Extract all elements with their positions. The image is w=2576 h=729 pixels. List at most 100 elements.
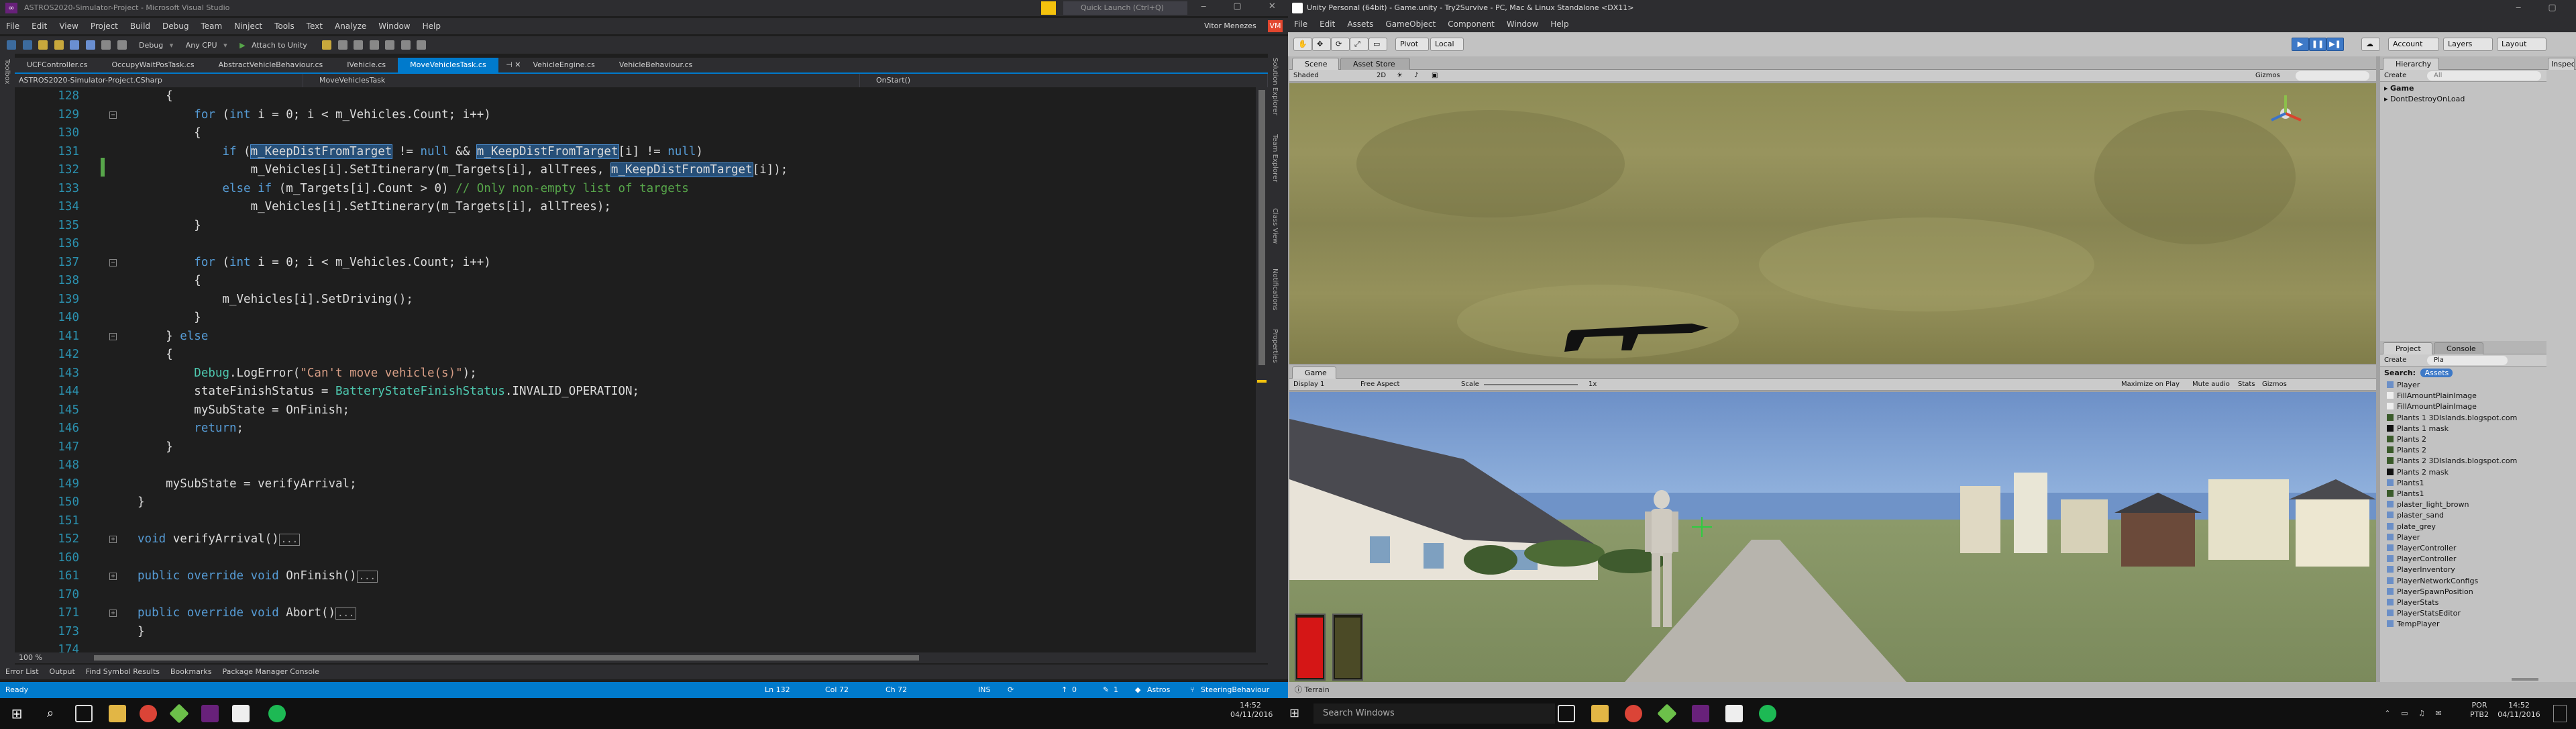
fold-toggle-icon[interactable]: − <box>109 332 117 340</box>
collapsed-region[interactable]: ... <box>335 608 357 620</box>
project-asset-item[interactable]: plaster_light_brown <box>2387 499 2469 510</box>
play-button[interactable]: ▶ <box>2292 38 2309 51</box>
nav-class-select[interactable]: MoveVehiclesTask <box>303 74 860 87</box>
fold-toggle-icon[interactable]: − <box>109 258 117 266</box>
project-asset-item[interactable]: FillAmountPlainImage <box>2387 401 2477 412</box>
scene-view[interactable] <box>1289 83 2376 364</box>
rail-tab-team-explorer[interactable]: Team Explorer <box>1271 134 1279 182</box>
vs-menu-help[interactable]: Help <box>417 18 447 34</box>
collapsed-region[interactable]: ... <box>356 571 378 583</box>
vs-menu-team[interactable]: Team <box>195 18 228 34</box>
save-all-icon[interactable] <box>85 40 95 50</box>
code-text[interactable]: mySubState = verifyArrival; <box>138 475 356 493</box>
project-asset-item[interactable]: Plants 2 <box>2387 434 2426 445</box>
tab-abstractvehiclebehaviour-cs[interactable]: AbstractVehicleBehaviour.cs <box>207 58 335 72</box>
status-char[interactable]: Ch 72 <box>885 682 907 698</box>
project-create-button[interactable]: Create <box>2384 354 2406 367</box>
feedback-icon[interactable] <box>1041 1 1056 15</box>
save-icon[interactable] <box>70 40 79 50</box>
project-asset-item[interactable]: Plants 1 3DIslands.blogspot.com <box>2387 413 2517 424</box>
tab-movevehiclestask-cs[interactable]: MoveVehiclesTask.cs <box>398 58 498 72</box>
vs-menu-tools[interactable]: Tools <box>268 18 301 34</box>
tab-occupywaitpostask-cs[interactable]: OccupyWaitPosTask.cs <box>99 58 206 72</box>
rect-tool-icon[interactable]: ▭ <box>1368 38 1387 51</box>
code-text[interactable]: } else <box>138 328 208 346</box>
keyboard-layout[interactable]: POR PTB2 <box>2466 701 2493 720</box>
tray-clock[interactable]: 14:52 04/11/2016 <box>2494 701 2544 720</box>
hand-tool-icon[interactable]: ✋ <box>1293 38 1312 51</box>
project-asset-item[interactable]: Player <box>2387 380 2420 391</box>
aspect-dropdown[interactable]: Free Aspect <box>1360 379 1399 391</box>
zoom-level[interactable]: 100 % <box>15 653 42 662</box>
project-asset-item[interactable]: TempPlayer <box>2387 619 2440 630</box>
scene-gizmo-axis[interactable] <box>2262 90 2309 137</box>
unity-menu-assets[interactable]: Assets <box>1341 16 1379 32</box>
unity-icon-right[interactable] <box>1725 705 1743 722</box>
sync-icon[interactable]: ⟳ <box>1008 682 1014 698</box>
project-asset-item[interactable]: plate_grey <box>2387 522 2436 532</box>
code-text[interactable]: } <box>138 217 201 235</box>
vs-user-name[interactable]: Vitor Menezes <box>1204 21 1256 30</box>
hierarchy-search-input[interactable]: All <box>2427 71 2541 81</box>
visual-studio-icon[interactable] <box>201 705 219 722</box>
project-asset-item[interactable]: Plants1 <box>2387 478 2424 489</box>
code-text[interactable]: m_Vehicles[i].SetItinerary(m_Targets[i],… <box>138 161 788 179</box>
tab-ivehicle-cs[interactable]: IVehicle.cs <box>335 58 398 72</box>
toolbar-icon[interactable] <box>354 40 364 50</box>
status-warnings[interactable]: 1 <box>1114 682 1118 698</box>
tab-asset-store[interactable]: Asset Store <box>1340 58 1410 70</box>
project-search-input[interactable]: Pla <box>2427 356 2508 365</box>
scale-tool-icon[interactable]: ⤢ <box>1350 38 1368 51</box>
toolbar-icon[interactable] <box>369 40 379 50</box>
project-asset-item[interactable]: Plants 2 <box>2387 445 2426 456</box>
hierarchy-create-button[interactable]: Create <box>2384 70 2406 82</box>
status-line[interactable]: Ln 132 <box>765 682 790 698</box>
local-toggle[interactable]: Local <box>1430 38 1464 51</box>
code-text[interactable]: return; <box>138 420 244 438</box>
code-editor[interactable]: 128 {129− for (int i = 0; i < m_Vehicles… <box>15 87 1257 657</box>
tab-scene[interactable]: Scene <box>1292 58 1339 70</box>
status-repo[interactable]: Astros <box>1147 682 1170 698</box>
expand-arrow-icon[interactable]: ▸ <box>2384 95 2388 103</box>
scope-assets-tab[interactable]: Assets <box>2420 369 2453 377</box>
toolbox-tab[interactable]: Toolbox <box>3 59 11 85</box>
code-text[interactable]: m_Vehicles[i].SetItinerary(m_Targets[i],… <box>138 198 611 216</box>
windows-search-box[interactable]: Search Windows <box>1313 703 1555 724</box>
rail-tab-properties[interactable]: Properties <box>1271 329 1279 363</box>
file-explorer-icon-right[interactable] <box>1591 705 1609 722</box>
project-asset-item[interactable]: PlayerController <box>2387 543 2456 554</box>
mode-2d-toggle[interactable]: 2D <box>1377 70 1386 82</box>
vs-menu-analyze[interactable]: Analyze <box>329 18 372 34</box>
project-asset-item[interactable]: Plants 2 mask <box>2387 467 2449 478</box>
status-col[interactable]: Col 72 <box>825 682 849 698</box>
new-project-icon[interactable] <box>38 40 48 50</box>
icon-size-slider[interactable] <box>2512 678 2538 681</box>
layout-dropdown[interactable]: Layout <box>2497 38 2546 51</box>
vs-menu-debug[interactable]: Debug <box>156 18 195 34</box>
fold-toggle-icon[interactable]: + <box>109 536 117 543</box>
stats-toggle[interactable]: Stats <box>2238 379 2255 391</box>
toolbar-icon[interactable] <box>322 40 332 50</box>
chrome-icon[interactable] <box>140 705 157 722</box>
notification-center-icon[interactable] <box>2553 705 2567 722</box>
tab-vehicleengine-cs[interactable]: VehicleEngine.cs <box>521 58 607 72</box>
code-text[interactable]: public override void Abort()... <box>138 604 357 623</box>
forward-icon[interactable] <box>22 40 32 50</box>
nav-project-select[interactable]: ASTROS2020-Simulator-Project.CSharp <box>15 74 303 87</box>
project-asset-item[interactable]: Plants 1 mask <box>2387 424 2449 434</box>
project-asset-item[interactable]: PlayerStats <box>2387 597 2438 608</box>
fold-toggle-icon[interactable]: + <box>109 573 117 580</box>
chrome-icon-right[interactable] <box>1625 705 1642 722</box>
attach-to-unity-button[interactable]: Attach to Unity <box>252 41 307 50</box>
code-text[interactable]: for (int i = 0; i < m_Vehicles.Count; i+… <box>138 106 491 124</box>
code-text[interactable]: Debug.LogError("Can't move vehicle(s)"); <box>138 364 476 383</box>
system-tray-icons[interactable]: ⌃ ▭ ♫ ✉ <box>2375 709 2455 718</box>
unity-menu-help[interactable]: Help <box>1544 16 1574 32</box>
bottom-tab-output[interactable]: Output <box>44 665 80 679</box>
vs-menu-project[interactable]: Project <box>85 18 124 34</box>
vs-menu-text[interactable]: Text <box>301 18 329 34</box>
config-select[interactable]: Debug <box>139 41 163 50</box>
maximize-on-play-toggle[interactable]: Maximize on Play <box>2121 379 2180 391</box>
game-view[interactable] <box>1289 392 2376 682</box>
file-explorer-icon[interactable] <box>109 705 126 722</box>
